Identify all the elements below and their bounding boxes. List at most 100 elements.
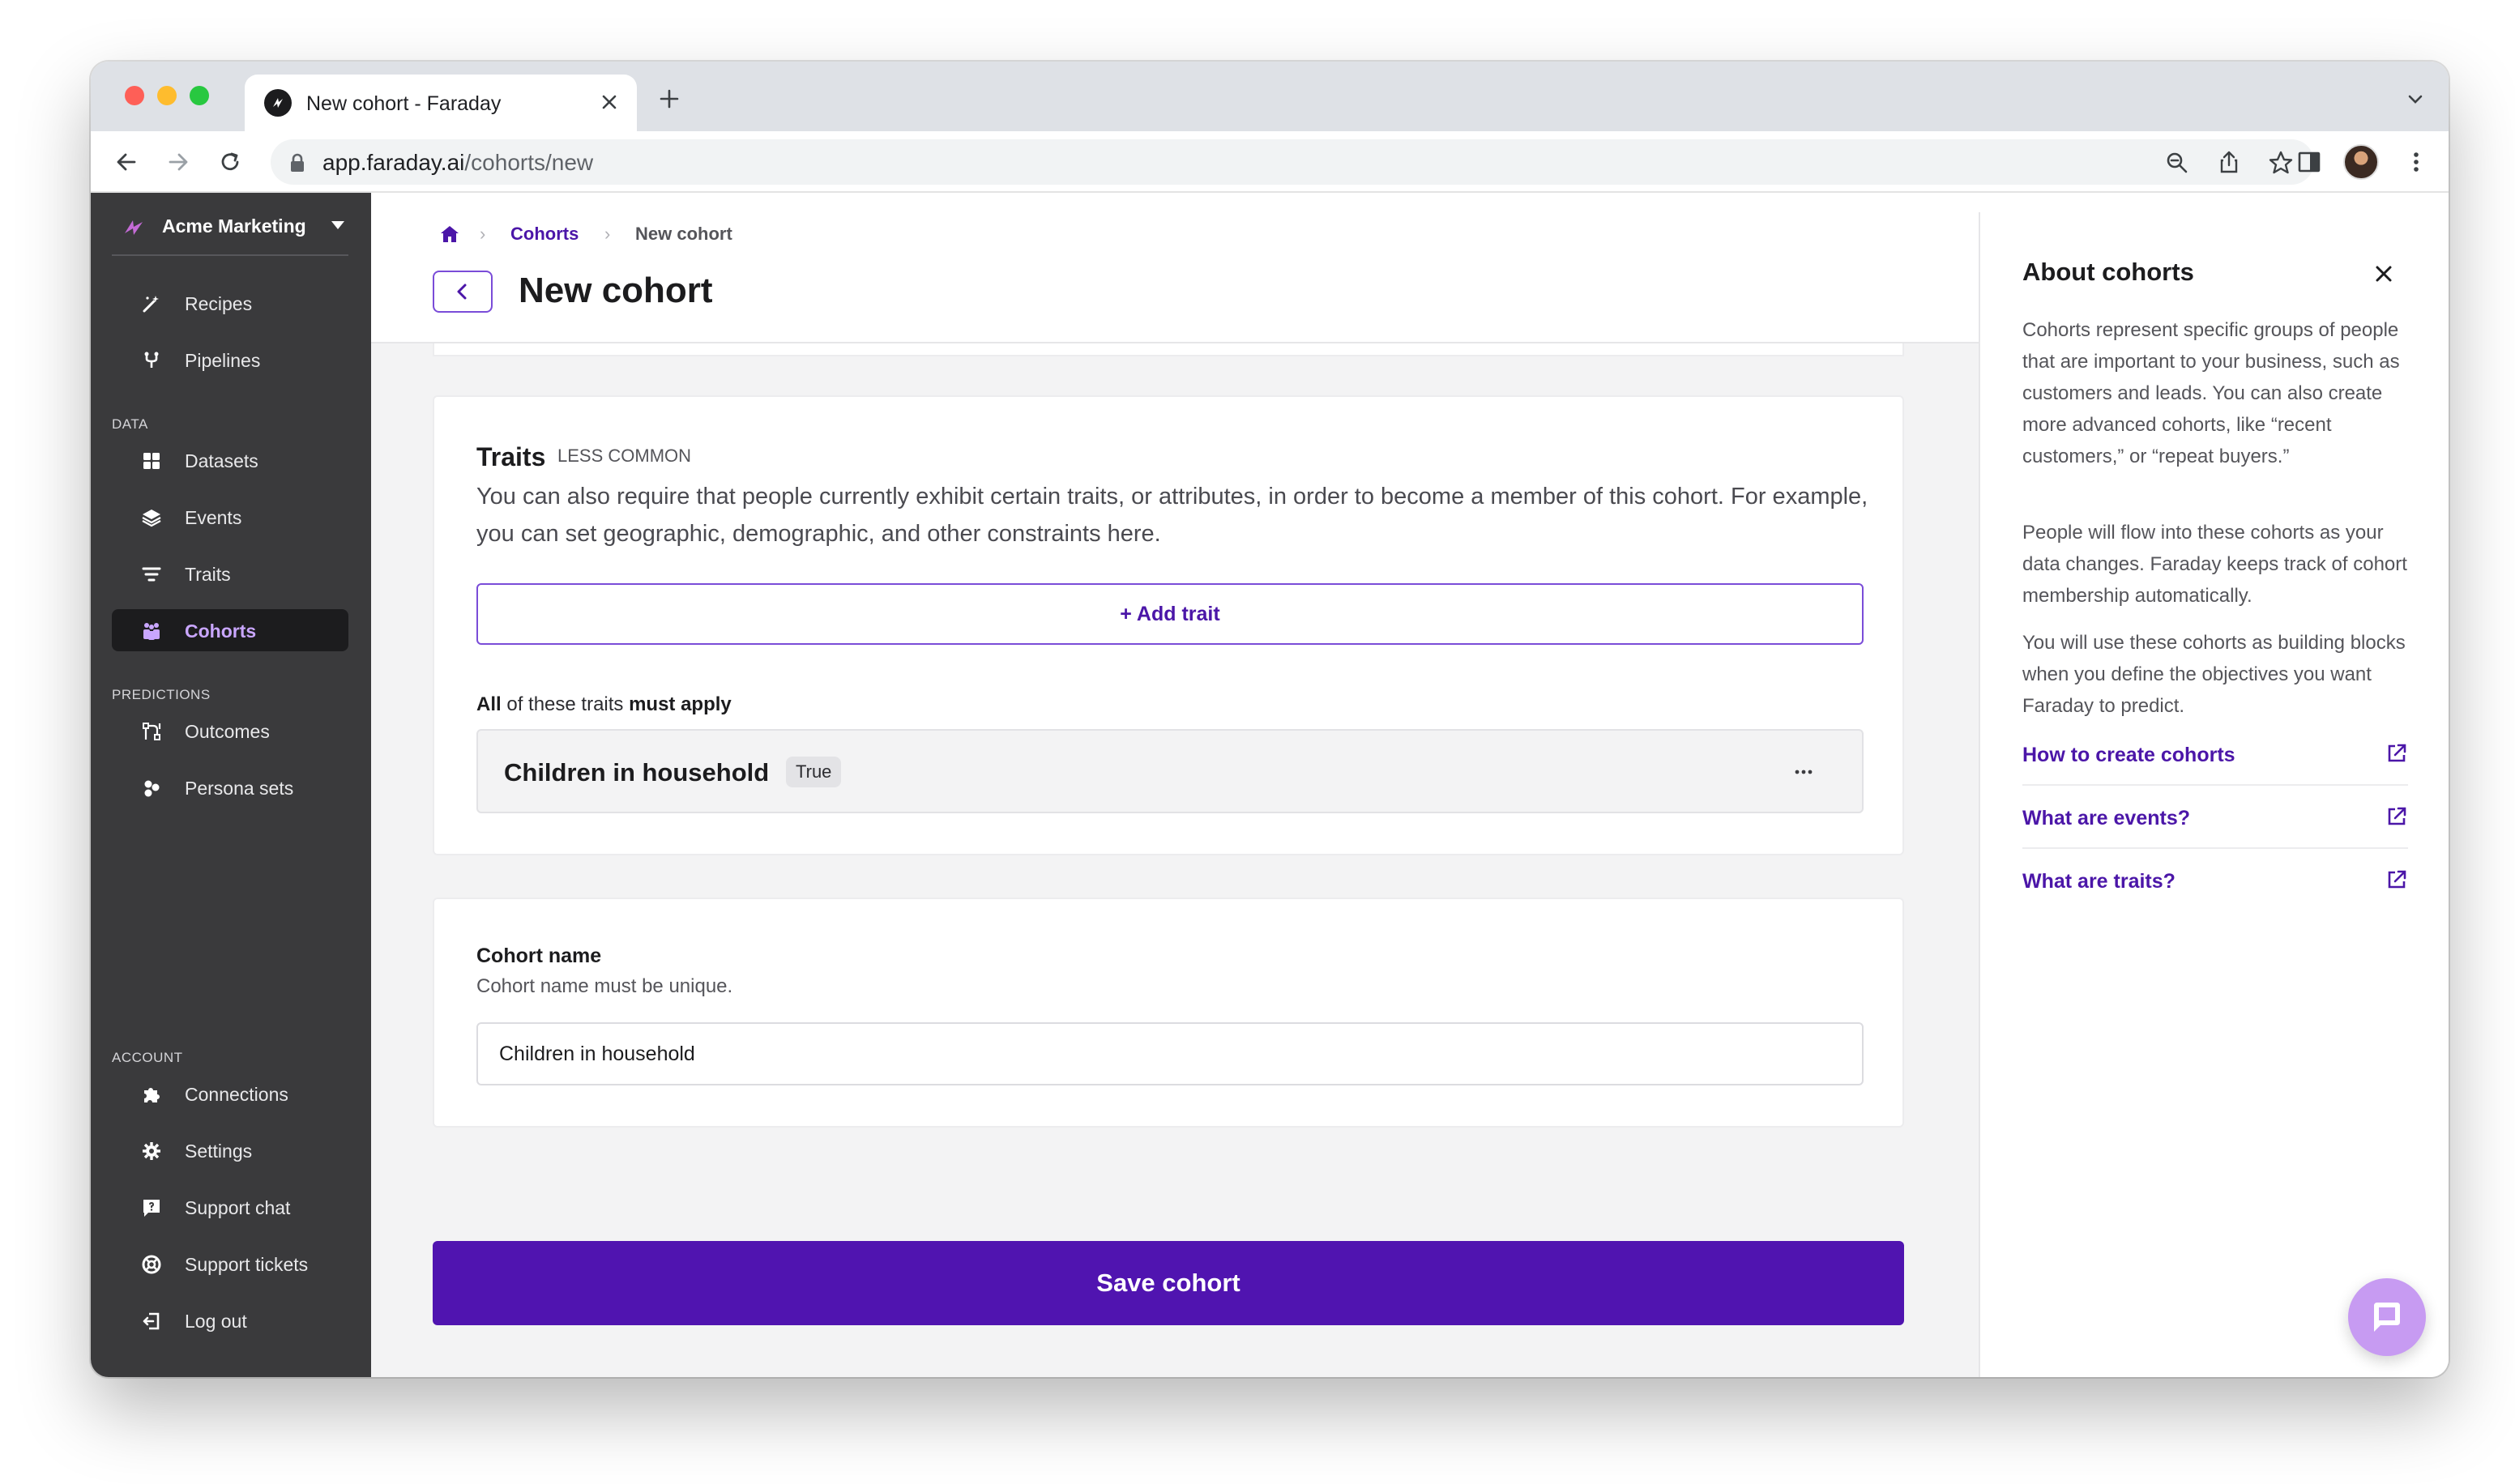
sidebar-item-events[interactable]: Events: [112, 496, 348, 538]
gear-icon: [143, 1142, 160, 1160]
cohort-name-label: Cohort name: [476, 945, 602, 967]
sidebar-item-label: Support tickets: [185, 1254, 309, 1275]
lifebuoy-icon: [142, 1255, 161, 1274]
traits-card: Traits LESS COMMON You can also require …: [433, 395, 1904, 855]
filter-icon: [142, 567, 161, 582]
address-bar[interactable]: app.faraday.ai/cohorts/new: [271, 139, 2314, 185]
share-icon[interactable]: [2215, 149, 2243, 177]
faraday-logo-icon: [125, 220, 143, 235]
previous-card-edge: [433, 343, 1904, 356]
sidebar-item-label: Traits: [185, 564, 231, 585]
sidebar-item-label: Connections: [185, 1084, 288, 1105]
panel-link-text: What are events?: [2022, 807, 2191, 829]
layers-icon: [142, 510, 161, 527]
browser-window: New cohort - Faraday app.faraday.ai/coho…: [91, 62, 2449, 1377]
workspace-switcher[interactable]: Acme Marketing: [122, 212, 350, 245]
bookmark-star-icon[interactable]: [2267, 149, 2295, 177]
sidebar-item-traits[interactable]: Traits: [112, 552, 348, 595]
support-chat-bubble[interactable]: [2348, 1278, 2426, 1356]
add-trait-label: Add trait: [1136, 603, 1220, 625]
more-menu-icon[interactable]: [2402, 147, 2431, 177]
sidebar-item-support-chat[interactable]: Support chat: [112, 1186, 348, 1228]
divider: [112, 254, 348, 256]
save-cohort-button[interactable]: Save cohort: [433, 1241, 1904, 1325]
back-button[interactable]: [433, 271, 493, 313]
reload-icon[interactable]: [216, 147, 245, 177]
apply-middle-text: of these traits: [501, 693, 630, 715]
chat-bubble-icon: [2374, 1303, 2400, 1332]
grid-icon: [143, 453, 160, 469]
outcomes-icon: [143, 723, 161, 740]
apply-rule-text: All of these traits must apply: [476, 693, 732, 716]
external-link-icon: [2388, 807, 2406, 825]
tab-title: New cohort - Faraday: [306, 92, 502, 115]
browser-toolbar: app.faraday.ai/cohorts/new: [91, 131, 2449, 193]
save-cohort-label: Save cohort: [1096, 1269, 1240, 1297]
sidebar-item-datasets[interactable]: Datasets: [112, 439, 348, 481]
chevron-down-icon[interactable]: [2403, 87, 2427, 112]
side-panel-icon[interactable]: [2295, 147, 2324, 177]
persona-icon: [144, 780, 160, 797]
new-tab-icon[interactable]: [656, 86, 682, 112]
traits-description: You can also require that people current…: [476, 484, 1868, 547]
zoom-icon[interactable]: [2163, 149, 2191, 177]
url-text: app.faraday.ai/cohorts/new: [322, 150, 594, 175]
more-options-icon[interactable]: [1789, 760, 1818, 784]
logout-icon: [143, 1312, 160, 1330]
sidebar-item-support-tickets[interactable]: Support tickets: [112, 1243, 348, 1285]
section-label-predictions: PREDICTIONS: [112, 687, 211, 702]
panel-paragraph: People will flow into these cohorts as y…: [2022, 522, 2407, 607]
back-arrow-icon[interactable]: [112, 147, 141, 177]
tab-strip: New cohort - Faraday: [91, 62, 2449, 131]
home-icon[interactable]: [439, 224, 460, 245]
breadcrumb-cohorts-link[interactable]: Cohorts: [510, 224, 579, 245]
minimize-window-button[interactable]: [157, 86, 177, 105]
sidebar-item-recipes[interactable]: Recipes: [112, 282, 348, 324]
cohort-name-help: Cohort name must be unique.: [476, 975, 733, 997]
sidebar-item-settings[interactable]: Settings: [112, 1129, 348, 1171]
sidebar-item-label: Settings: [185, 1141, 253, 1162]
sidebar-item-connections[interactable]: Connections: [112, 1072, 348, 1115]
people-icon: [143, 623, 160, 640]
plus-icon: +: [1120, 603, 1137, 625]
magic-wand-icon: [143, 296, 159, 313]
sidebar-item-cohorts[interactable]: Cohorts: [112, 609, 348, 651]
lock-icon: [291, 153, 304, 172]
apply-all-word: All: [476, 693, 502, 715]
sidebar-item-label: Pipelines: [185, 350, 261, 371]
sidebar-item-pipelines[interactable]: Pipelines: [112, 339, 348, 381]
link-what-are-traits[interactable]: What are traits?: [2022, 851, 2408, 912]
link-what-are-events[interactable]: What are events?: [2022, 787, 2408, 849]
trait-row[interactable]: Children in household True: [476, 729, 1864, 813]
maximize-window-button[interactable]: [190, 86, 209, 105]
section-label-data: DATA: [112, 416, 148, 432]
caret-down-icon: [331, 221, 344, 229]
forward-arrow-icon[interactable]: [164, 147, 193, 177]
sidebar-item-label: Log out: [185, 1311, 247, 1332]
profile-avatar[interactable]: [2343, 144, 2379, 180]
add-trait-button[interactable]: + Add trait: [476, 583, 1864, 645]
puzzle-icon: [144, 1088, 160, 1102]
chat-icon: [143, 1200, 160, 1217]
panel-paragraph: Cohorts represent specific groups of peo…: [2022, 319, 2400, 467]
sidebar-item-persona-sets[interactable]: Persona sets: [112, 766, 348, 808]
link-how-to-create-cohorts[interactable]: How to create cohorts: [2022, 724, 2408, 786]
breadcrumb-separator: ›: [604, 224, 611, 244]
browser-tab[interactable]: New cohort - Faraday: [245, 75, 637, 131]
less-common-tag: LESS COMMON: [557, 446, 692, 466]
panel-link-text: What are traits?: [2022, 870, 2176, 893]
sidebar-item-label: Events: [185, 507, 242, 528]
sidebar-item-log-out[interactable]: Log out: [112, 1299, 348, 1341]
external-link-icon: [2388, 744, 2406, 762]
panel-link-text: How to create cohorts: [2022, 744, 2235, 766]
external-link-icon: [2388, 870, 2406, 889]
close-tab-icon[interactable]: [596, 89, 622, 115]
traits-title: Traits: [476, 442, 546, 471]
cohort-name-input[interactable]: [476, 1022, 1864, 1085]
sidebar-item-label: Outcomes: [185, 721, 270, 742]
close-icon[interactable]: [2371, 261, 2397, 287]
sidebar-item-label: Cohorts: [185, 620, 257, 642]
close-window-button[interactable]: [125, 86, 144, 105]
pipeline-icon: [144, 352, 159, 368]
sidebar-item-outcomes[interactable]: Outcomes: [112, 710, 348, 752]
